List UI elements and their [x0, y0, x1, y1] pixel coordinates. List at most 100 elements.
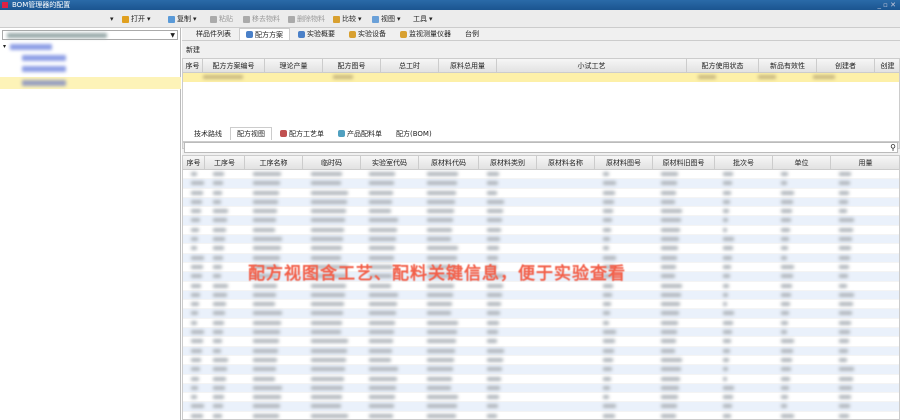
column-header[interactable]: 实验室代码: [361, 156, 419, 169]
bottom-tab-4[interactable]: 配方(BOM): [390, 127, 438, 140]
compare-button[interactable]: 比较 ▾: [333, 14, 362, 24]
top-tabs: 样品件列表 配方方案 实验概要 实验设备 监视测量仪器 台例: [182, 28, 900, 41]
column-header[interactable]: 原材料名称: [537, 156, 595, 169]
tab-label: 配方视图: [237, 130, 265, 138]
tools-button[interactable]: 工具 ▾: [413, 14, 433, 24]
tab-label: 实验概要: [307, 30, 335, 38]
folder-icon: [122, 15, 129, 23]
bottom-tabs: 技术路线 配方视图 配方工艺单 产品配料单 配方(BOM): [182, 127, 900, 140]
open-button[interactable]: 打开 ▾: [122, 14, 151, 24]
new-button[interactable]: 新建: [186, 45, 200, 55]
column-header[interactable]: 配方方案编号: [203, 59, 265, 72]
table-row[interactable]: [183, 412, 899, 419]
paste-label: 粘贴: [219, 15, 233, 23]
table-row[interactable]: [183, 383, 899, 394]
copy-button[interactable]: 复制 ▾: [168, 14, 197, 24]
column-header[interactable]: 原料总用量: [439, 59, 497, 72]
tab-5[interactable]: 台例: [459, 28, 485, 40]
table-row[interactable]: [183, 319, 899, 329]
table-row[interactable]: [183, 216, 899, 226]
column-header[interactable]: 批次号: [715, 156, 773, 169]
table-row[interactable]: [183, 375, 899, 384]
bottom-tab-3[interactable]: 产品配料单: [332, 127, 388, 140]
table-row[interactable]: [183, 356, 899, 366]
table-row[interactable]: [183, 179, 899, 189]
column-header[interactable]: 新品有效性: [759, 59, 817, 72]
table-row[interactable]: [183, 300, 899, 310]
tree-node-root[interactable]: [10, 44, 52, 50]
tools-label: 工具: [413, 15, 427, 23]
remove-material-button[interactable]: 移去物料: [243, 14, 280, 24]
view-button[interactable]: 视图 ▾: [372, 14, 401, 24]
column-header[interactable]: 工序号: [205, 156, 245, 169]
paste-button[interactable]: 粘贴: [210, 14, 233, 24]
app-icon: [2, 2, 8, 8]
column-header[interactable]: 工序名称: [245, 156, 303, 169]
table-row[interactable]: [183, 170, 899, 180]
column-header[interactable]: 原材料代码: [419, 156, 479, 169]
chevron-down-icon[interactable]: ▼: [170, 32, 175, 39]
tab-label: 技术路线: [194, 129, 222, 138]
tab-icon: [246, 31, 253, 38]
table-row[interactable]: [183, 226, 899, 236]
table-row[interactable]: [183, 365, 899, 375]
tree-expander-icon[interactable]: ▾: [3, 43, 6, 50]
bottom-tab-0[interactable]: 技术路线: [188, 127, 228, 140]
tab-1[interactable]: 配方方案: [239, 28, 290, 40]
bottom-tab-1[interactable]: 配方视图: [230, 127, 272, 140]
tree-node-selected[interactable]: [0, 77, 181, 89]
view-label: 视图: [381, 15, 395, 23]
table-row[interactable]: [183, 189, 899, 198]
scale-icon: [333, 15, 340, 23]
tab-4[interactable]: 监视测量仪器: [394, 28, 457, 40]
delete-material-button[interactable]: 删除物料: [288, 14, 325, 24]
dropdown-arrow-icon[interactable]: ▾: [110, 14, 114, 24]
tab-label: 配方(BOM): [396, 129, 432, 138]
table-row[interactable]: [183, 328, 899, 338]
table-row[interactable]: [183, 197, 899, 208]
tab-3[interactable]: 实验设备: [343, 28, 392, 40]
search-icon[interactable]: ⚲: [890, 143, 896, 152]
table-row[interactable]: [183, 309, 899, 319]
column-header[interactable]: 用量: [831, 156, 899, 169]
column-header[interactable]: 创建: [875, 59, 899, 72]
column-header[interactable]: 小试工艺: [497, 59, 687, 72]
table-row[interactable]: [183, 346, 899, 356]
search-input[interactable]: ⚲: [184, 142, 898, 153]
recipe-view-rows: [183, 170, 899, 419]
tree-node[interactable]: [22, 66, 66, 72]
tab-icon: [338, 130, 345, 137]
recipe-view-header: 序号 工序号 工序名称 临时码 实验室代码 原材料代码 原材料类别 原材料名称 原材料图号 原材料…: [183, 156, 899, 170]
table-row[interactable]: [183, 290, 899, 301]
table-row[interactable]: [183, 393, 899, 403]
tab-label: 产品配料单: [347, 129, 382, 138]
table-row[interactable]: [183, 235, 899, 245]
table-row[interactable]: [183, 337, 899, 347]
table-row[interactable]: [183, 402, 899, 412]
column-header[interactable]: 总工时: [381, 59, 439, 72]
bom-selector[interactable]: ▼: [2, 30, 178, 40]
column-header[interactable]: 单位: [773, 156, 831, 169]
tab-0[interactable]: 样品件列表: [190, 28, 237, 40]
bottom-tab-2[interactable]: 配方工艺单: [274, 127, 330, 140]
tab-label: 配方工艺单: [289, 129, 324, 138]
column-header[interactable]: 配方图号: [323, 59, 381, 72]
column-header[interactable]: 原材料旧图号: [653, 156, 715, 169]
tree-node[interactable]: [22, 55, 66, 61]
recipe-view-table: 序号 工序号 工序名称 临时码 实验室代码 原材料代码 原材料类别 原材料名称 原材料图号 原材料…: [182, 155, 900, 420]
tab-label: 实验设备: [358, 30, 386, 38]
column-header[interactable]: 序号: [183, 156, 205, 169]
table-row[interactable]: [183, 244, 899, 254]
recipe-row-selected[interactable]: [183, 73, 899, 82]
column-header[interactable]: 配方使用状态: [687, 59, 759, 72]
column-header[interactable]: 原材料图号: [595, 156, 653, 169]
column-header[interactable]: 临时码: [303, 156, 361, 169]
table-row[interactable]: [183, 207, 899, 217]
annotation-overlay: 配方视图含工艺、配料关键信息，便于实验查看: [248, 264, 626, 284]
column-header[interactable]: 原材料类别: [479, 156, 537, 169]
tab-2[interactable]: 实验概要: [292, 28, 341, 40]
column-header[interactable]: 理论产量: [265, 59, 323, 72]
column-header[interactable]: 序号: [183, 59, 203, 72]
window-controls[interactable]: _ ▫ ✕: [877, 0, 896, 10]
column-header[interactable]: 创建者: [817, 59, 875, 72]
